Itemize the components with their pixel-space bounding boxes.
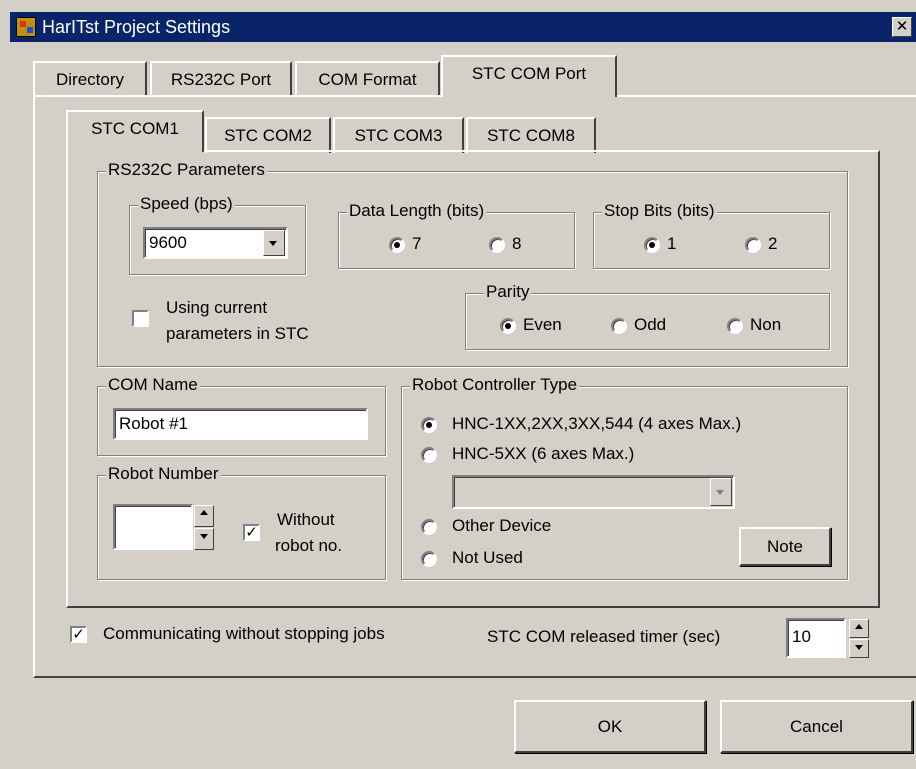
stop-bits-1-radio[interactable]: [644, 237, 660, 253]
chevron-down-icon[interactable]: [710, 478, 732, 506]
data-length-label: Data Length (bits): [347, 201, 487, 221]
using-current-label-line2: parameters in STC: [166, 324, 309, 343]
com-name-label: COM Name: [106, 375, 200, 395]
data-length-8-label: 8: [512, 234, 522, 253]
speed-value: 9600: [149, 233, 187, 252]
stop-bits-2-radio[interactable]: [745, 237, 761, 253]
parity-even-label: Even: [523, 315, 562, 334]
controller-other-device-label: Other Device: [452, 516, 552, 535]
controller-hnc5xx-radio[interactable]: [421, 447, 437, 463]
controller-not-used-radio[interactable]: [421, 551, 437, 567]
without-robot-no-checkbox[interactable]: ✓: [243, 524, 260, 541]
controller-other-device-radio[interactable]: [421, 519, 437, 535]
controller-model-select[interactable]: [452, 475, 735, 509]
chevron-down-icon[interactable]: [263, 230, 285, 256]
ok-button[interactable]: OK: [514, 700, 706, 753]
stop-bits-2-label: 2: [768, 234, 778, 253]
tab-stc-com-port[interactable]: STC COM Port: [441, 55, 617, 97]
tab-stc-com2[interactable]: STC COM2: [205, 117, 331, 153]
data-length-group: Data Length (bits): [338, 201, 575, 269]
stc-com-released-timer-input[interactable]: 10: [786, 618, 846, 658]
without-robot-no-label-line2: robot no.: [275, 536, 343, 555]
com-name-input[interactable]: Robot #1: [113, 408, 368, 440]
tab-stc-com1[interactable]: STC COM1: [66, 110, 204, 152]
data-length-7-radio[interactable]: [389, 237, 405, 253]
tab-rs232c-port[interactable]: RS232C Port: [150, 61, 292, 97]
tab-stc-com8[interactable]: STC COM8: [466, 117, 596, 153]
app-icon: [16, 17, 36, 37]
stop-bits-group: Stop Bits (bits): [593, 201, 830, 269]
robot-controller-type-label: Robot Controller Type: [410, 375, 580, 395]
rs232c-parameters-label: RS232C Parameters: [106, 160, 267, 180]
parity-non-label: Non: [750, 315, 782, 334]
robot-number-label: Robot Number: [106, 464, 221, 484]
stc-com-released-timer-label: STC COM released timer (sec): [487, 627, 721, 646]
timer-up-icon[interactable]: [849, 619, 869, 638]
project-settings-dialog: HarITst Project Settings Directory RS232…: [0, 0, 916, 769]
parity-label: Parity: [484, 282, 532, 302]
window-title: HarITst Project Settings: [42, 17, 231, 37]
title-bar[interactable]: HarITst Project Settings: [10, 12, 916, 42]
speed-label: Speed (bps): [138, 194, 235, 214]
tab-stc-com3[interactable]: STC COM3: [333, 117, 464, 153]
controller-hnc5xx-label: HNC-5XX (6 axes Max.): [452, 444, 635, 463]
controller-hnc1xx-radio[interactable]: [421, 417, 437, 433]
close-icon[interactable]: [892, 17, 912, 37]
tab-directory[interactable]: Directory: [33, 61, 147, 97]
using-current-label-line1: Using current: [166, 298, 268, 317]
tab-com-format[interactable]: COM Format: [295, 61, 440, 97]
parity-odd-label: Odd: [634, 315, 667, 334]
timer-down-icon[interactable]: [849, 639, 869, 658]
data-length-8-radio[interactable]: [489, 237, 505, 253]
controller-not-used-label: Not Used: [452, 548, 523, 567]
parity-non-radio[interactable]: [727, 318, 743, 334]
parity-odd-radio[interactable]: [611, 318, 627, 334]
data-length-7-label: 7: [412, 234, 422, 253]
robot-number-down-icon[interactable]: [194, 528, 214, 550]
parity-even-radio[interactable]: [500, 318, 516, 334]
robot-number-up-icon[interactable]: [194, 505, 214, 527]
cancel-button[interactable]: Cancel: [720, 700, 913, 753]
stop-bits-label: Stop Bits (bits): [602, 201, 717, 221]
stop-bits-1-label: 1: [667, 234, 677, 253]
note-button[interactable]: Note: [739, 527, 831, 566]
communicating-without-stopping-checkbox[interactable]: ✓: [70, 626, 87, 643]
without-robot-no-label-line1: Without: [277, 510, 335, 529]
using-current-checkbox[interactable]: [132, 310, 149, 327]
communicating-without-stopping-label: Communicating without stopping jobs: [103, 624, 385, 643]
robot-number-input[interactable]: [113, 504, 193, 550]
controller-hnc1xx-label: HNC-1XX,2XX,3XX,544 (4 axes Max.): [452, 414, 742, 433]
